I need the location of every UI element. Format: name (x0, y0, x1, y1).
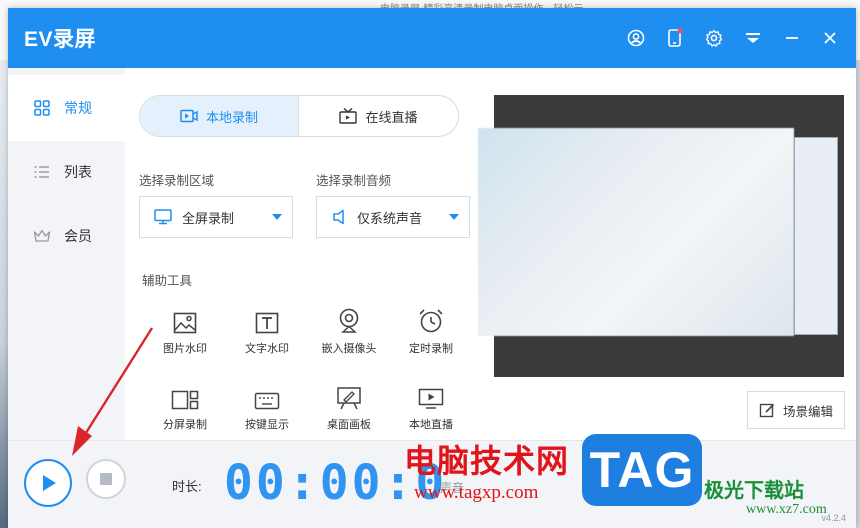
jiguang-url: www.xz7.com (746, 502, 827, 517)
tag-logo-text: TAG (589, 442, 695, 498)
watermark-url: www.tagxp.com (414, 482, 539, 503)
watermark-text: 电脑技术网 (404, 443, 570, 479)
jiguang-logo: 极光下载站 (704, 480, 804, 502)
tag-logo: TAG (582, 434, 702, 506)
